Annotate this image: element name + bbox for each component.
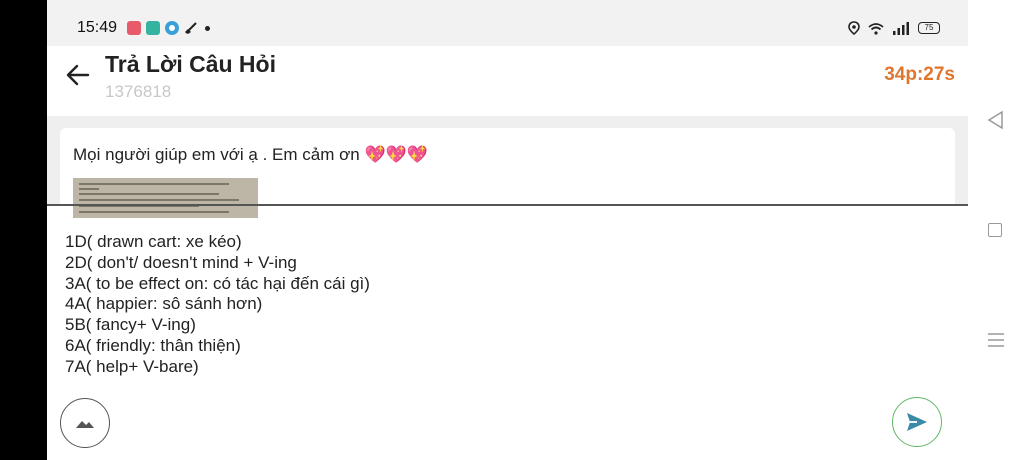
countdown-timer: 34p:27s: [884, 64, 955, 85]
signal-icon: [893, 21, 909, 35]
status-bar: 15:49 75: [47, 0, 968, 46]
app-icon-teal: [146, 21, 160, 35]
nav-home-icon[interactable]: [988, 223, 1002, 237]
page-title: Trả Lời Câu Hỏi: [105, 51, 276, 77]
status-time: 15:49: [77, 19, 118, 36]
question-area: Mọi người giúp em với ạ . Em cảm ơn 💖💖💖: [47, 116, 968, 218]
question-id: 1376818: [105, 82, 172, 101]
answer-line: 7A( help+ V-bare): [65, 356, 199, 376]
answer-line: 1D( drawn cart: xe kéo): [65, 232, 242, 251]
broom-icon: [185, 22, 197, 34]
status-right: 75: [848, 21, 940, 35]
answer-line: 5B( fancy+ V-ing): [65, 315, 196, 335]
question-image-thumbnail[interactable]: [73, 178, 258, 218]
notification-icons: [127, 21, 210, 35]
app-screen: 15:49 75 Trả Lời Câu Hỏi 1376818 34p:27s…: [47, 0, 968, 460]
app-icon-red: [127, 21, 141, 35]
system-nav-bar: [968, 0, 1024, 460]
app-header: Trả Lời Câu Hỏi 1376818 34p:27s: [47, 46, 968, 116]
answer-line: 3A( to be effect on: có tác hại đến cái …: [65, 273, 370, 293]
arrow-left-icon: [66, 64, 90, 86]
heart-emoji: 💖💖💖: [364, 145, 428, 164]
nav-back-icon[interactable]: [986, 110, 1004, 130]
battery-icon: 75: [918, 22, 940, 34]
question-text: Mọi người giúp em với ạ . Em cảm ơn 💖💖💖: [73, 145, 428, 165]
nav-menu-icon[interactable]: [988, 332, 1004, 348]
more-notifications-dot: [205, 25, 210, 31]
answer-text-area[interactable]: 1D( drawn cart: xe kéo) 2D( don't/ doesn…: [65, 232, 945, 384]
back-button[interactable]: [63, 60, 93, 90]
question-body: Mọi người giúp em với ạ . Em cảm ơn: [73, 145, 360, 164]
answer-line: 2D( don't/ doesn't mind + V-ing: [65, 252, 297, 272]
send-button[interactable]: [892, 397, 942, 447]
answer-line: 6A( friendly: thân thiện): [65, 335, 241, 355]
location-icon: [848, 21, 860, 35]
image-icon: [76, 421, 94, 428]
wifi-icon: [868, 22, 884, 35]
send-icon: [907, 413, 927, 431]
divider: [47, 204, 968, 206]
app-icon-blue: [165, 21, 179, 35]
attach-image-button[interactable]: [60, 398, 110, 448]
answer-line: 4A( happier: sô sánh hơn): [65, 294, 263, 314]
